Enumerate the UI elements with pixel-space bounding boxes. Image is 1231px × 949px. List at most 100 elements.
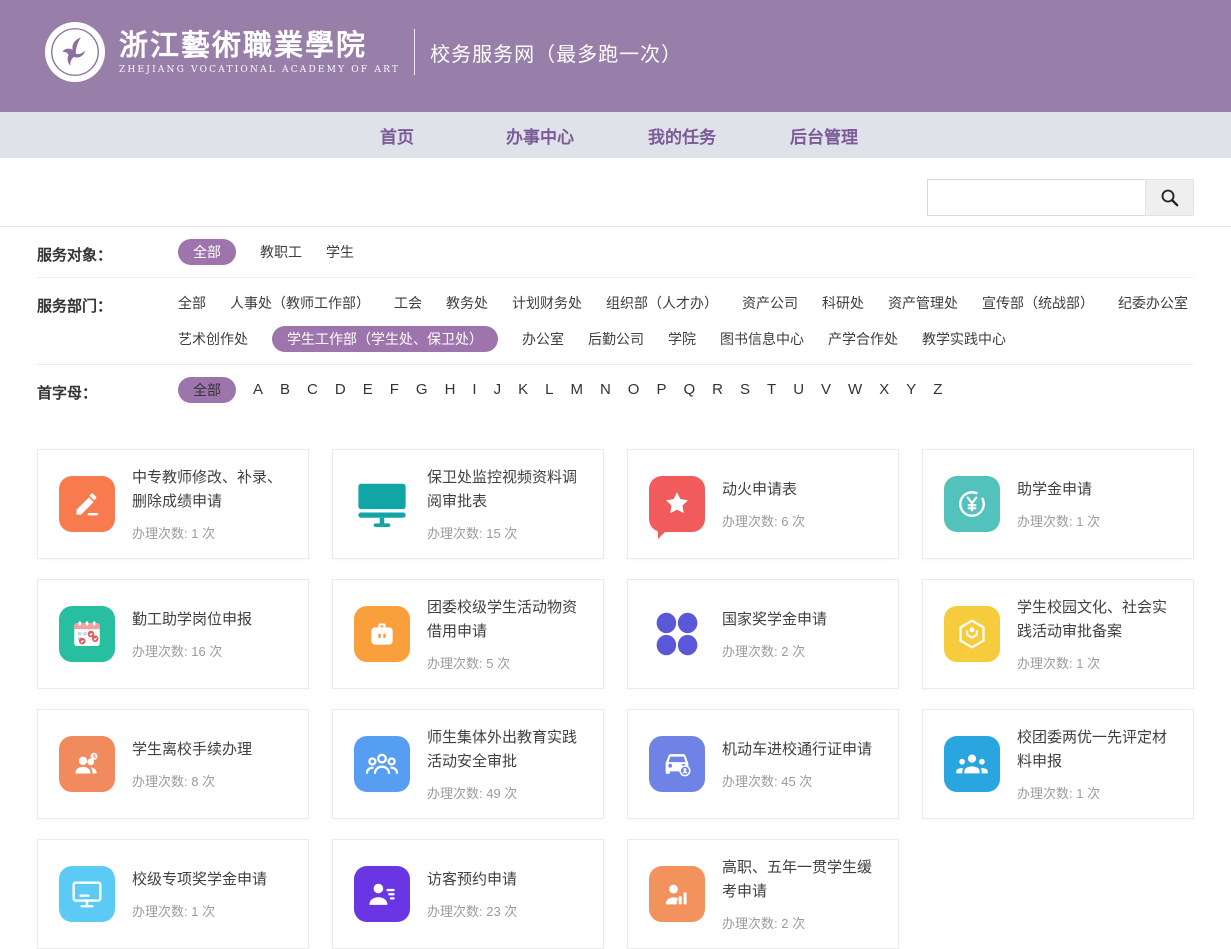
filter-options-service-target: 全部教职工学生 bbox=[178, 239, 354, 265]
filter-option[interactable]: 宣传部（统战部） bbox=[982, 290, 1094, 316]
nav-item-service-center[interactable]: 办事中心 bbox=[506, 123, 574, 148]
service-card-title: 访客预约申请 bbox=[427, 868, 517, 892]
school-name-block: 浙江藝術職業學院 ZHEJIANG VOCATIONAL ACADEMY OF … bbox=[119, 29, 400, 75]
filter-option[interactable]: 组织部（人才办） bbox=[606, 290, 718, 316]
filter-option-selected[interactable]: 学生工作部（学生处、保卫处） bbox=[272, 326, 498, 352]
service-card[interactable]: 助学金申请办理次数: 1 次 bbox=[922, 449, 1194, 559]
filter-option[interactable]: 人事处（教师工作部） bbox=[230, 290, 370, 316]
filter-option[interactable]: Y bbox=[906, 377, 916, 403]
users-icon bbox=[59, 736, 115, 792]
filter-option[interactable]: B bbox=[280, 377, 290, 403]
star-bubble-icon bbox=[649, 476, 705, 532]
service-card-text: 师生集体外出教育实践活动安全审批办理次数: 49 次 bbox=[427, 726, 585, 802]
filter-option[interactable]: 后勤公司 bbox=[588, 326, 644, 352]
filter-option[interactable]: 教学实践中心 bbox=[922, 326, 1006, 352]
service-card[interactable]: 高职、五年一贯学生缓考申请办理次数: 2 次 bbox=[627, 839, 899, 949]
service-card-count: 办理次数: 6 次 bbox=[722, 511, 805, 530]
filter-option[interactable]: A bbox=[253, 377, 263, 403]
filter-option[interactable]: 办公室 bbox=[522, 326, 564, 352]
filter-option-selected[interactable]: 全部 bbox=[178, 239, 236, 265]
filter-option[interactable]: C bbox=[307, 377, 318, 403]
filter-option[interactable]: V bbox=[821, 377, 831, 403]
service-card-count: 办理次数: 15 次 bbox=[427, 523, 585, 542]
filter-option[interactable]: D bbox=[335, 377, 346, 403]
service-card[interactable]: 访客预约申请办理次数: 23 次 bbox=[332, 839, 604, 949]
filter-option[interactable]: Z bbox=[933, 377, 942, 403]
service-card-count: 办理次数: 1 次 bbox=[1017, 783, 1175, 802]
filter-option[interactable]: 全部 bbox=[178, 290, 206, 316]
search-icon bbox=[1159, 187, 1180, 208]
page-header: 浙江藝術職業學院 ZHEJIANG VOCATIONAL ACADEMY OF … bbox=[0, 0, 1231, 112]
filter-option[interactable]: P bbox=[656, 377, 666, 403]
nav-item-my-tasks[interactable]: 我的任务 bbox=[648, 123, 716, 148]
service-card[interactable]: 学生校园文化、社会实践活动审批备案办理次数: 1 次 bbox=[922, 579, 1194, 689]
service-card[interactable]: 中专教师修改、补录、删除成绩申请办理次数: 1 次 bbox=[37, 449, 309, 559]
service-card-title: 国家奖学金申请 bbox=[722, 608, 827, 632]
service-card-title: 机动车进校通行证申请 bbox=[722, 738, 872, 762]
service-card[interactable]: 动火申请表办理次数: 6 次 bbox=[627, 449, 899, 559]
service-card-title: 动火申请表 bbox=[722, 478, 805, 502]
filter-option[interactable]: T bbox=[767, 377, 776, 403]
filter-row-service-department: 服务部门：全部人事处（教师工作部）工会教务处计划财务处组织部（人才办）资产公司科… bbox=[37, 278, 1194, 365]
service-card[interactable]: 机动车进校通行证申请办理次数: 45 次 bbox=[627, 709, 899, 819]
filter-option[interactable]: M bbox=[570, 377, 583, 403]
filter-option[interactable]: N bbox=[600, 377, 611, 403]
nav-item-admin[interactable]: 后台管理 bbox=[790, 123, 858, 148]
filter-option[interactable]: K bbox=[518, 377, 528, 403]
service-card-text: 中专教师修改、补录、删除成绩申请办理次数: 1 次 bbox=[132, 466, 290, 542]
search-input[interactable] bbox=[927, 179, 1145, 216]
filter-option[interactable]: G bbox=[416, 377, 428, 403]
service-card[interactable]: 团委校级学生活动物资借用申请办理次数: 5 次 bbox=[332, 579, 604, 689]
search-bar bbox=[37, 158, 1194, 226]
filter-option[interactable]: 学生 bbox=[326, 239, 354, 265]
service-card[interactable]: 学生离校手续办理办理次数: 8 次 bbox=[37, 709, 309, 819]
filter-option[interactable]: E bbox=[363, 377, 373, 403]
edit-icon bbox=[59, 476, 115, 532]
search-section bbox=[0, 158, 1231, 227]
filter-option[interactable]: 资产管理处 bbox=[888, 290, 958, 316]
nav-item-home[interactable]: 首页 bbox=[380, 123, 414, 148]
service-card-title: 高职、五年一贯学生缓考申请 bbox=[722, 856, 880, 904]
filter-option[interactable]: Q bbox=[683, 377, 695, 403]
service-card-count: 办理次数: 49 次 bbox=[427, 783, 585, 802]
filter-label-service-target: 服务对象： bbox=[37, 239, 178, 265]
filter-option[interactable]: U bbox=[793, 377, 804, 403]
service-card-text: 保卫处监控视频资料调阅审批表办理次数: 15 次 bbox=[427, 466, 585, 542]
filter-option[interactable]: 工会 bbox=[394, 290, 422, 316]
visitor-icon bbox=[354, 866, 410, 922]
filter-option[interactable]: W bbox=[848, 377, 862, 403]
filter-option[interactable]: I bbox=[472, 377, 476, 403]
filter-option[interactable]: H bbox=[445, 377, 456, 403]
service-card[interactable]: 师生集体外出教育实践活动安全审批办理次数: 49 次 bbox=[332, 709, 604, 819]
filter-option[interactable]: J bbox=[494, 377, 502, 403]
service-card[interactable]: 校团委两优一先评定材料申报办理次数: 1 次 bbox=[922, 709, 1194, 819]
filter-option[interactable]: 资产公司 bbox=[742, 290, 798, 316]
service-card-title: 师生集体外出教育实践活动安全审批 bbox=[427, 726, 585, 774]
filter-option[interactable]: 纪委办公室 bbox=[1118, 290, 1188, 316]
filter-option[interactable]: 科研处 bbox=[822, 290, 864, 316]
filter-row-first-letter: 首字母：全部ABCDEFGHIJKLMNOPQRSTUVWXYZ bbox=[37, 365, 1194, 415]
service-card-count: 办理次数: 8 次 bbox=[132, 771, 252, 790]
school-logo-link[interactable]: 浙江藝術職業學院 ZHEJIANG VOCATIONAL ACADEMY OF … bbox=[44, 21, 400, 83]
filter-option[interactable]: 图书信息中心 bbox=[720, 326, 804, 352]
service-card[interactable]: 勤工助学岗位申报办理次数: 16 次 bbox=[37, 579, 309, 689]
search-button[interactable] bbox=[1145, 179, 1194, 216]
filter-option[interactable]: 教务处 bbox=[446, 290, 488, 316]
filter-option[interactable]: 产学合作处 bbox=[828, 326, 898, 352]
filter-option[interactable]: L bbox=[545, 377, 553, 403]
filter-option-selected[interactable]: 全部 bbox=[178, 377, 236, 403]
filter-option[interactable]: 艺术创作处 bbox=[178, 326, 248, 352]
service-card-count: 办理次数: 1 次 bbox=[132, 523, 290, 542]
service-cards-grid: 中专教师修改、补录、删除成绩申请办理次数: 1 次 保卫处监控视频资料调阅审批表… bbox=[37, 449, 1194, 949]
filter-option[interactable]: R bbox=[712, 377, 723, 403]
filter-option[interactable]: 计划财务处 bbox=[512, 290, 582, 316]
filter-option[interactable]: 教职工 bbox=[260, 239, 302, 265]
filter-option[interactable]: S bbox=[740, 377, 750, 403]
filter-option[interactable]: O bbox=[628, 377, 640, 403]
service-card[interactable]: 国家奖学金申请办理次数: 2 次 bbox=[627, 579, 899, 689]
service-card[interactable]: 校级专项奖学金申请办理次数: 1 次 bbox=[37, 839, 309, 949]
filter-option[interactable]: X bbox=[879, 377, 889, 403]
service-card[interactable]: 保卫处监控视频资料调阅审批表办理次数: 15 次 bbox=[332, 449, 604, 559]
filter-option[interactable]: F bbox=[390, 377, 399, 403]
filter-option[interactable]: 学院 bbox=[668, 326, 696, 352]
